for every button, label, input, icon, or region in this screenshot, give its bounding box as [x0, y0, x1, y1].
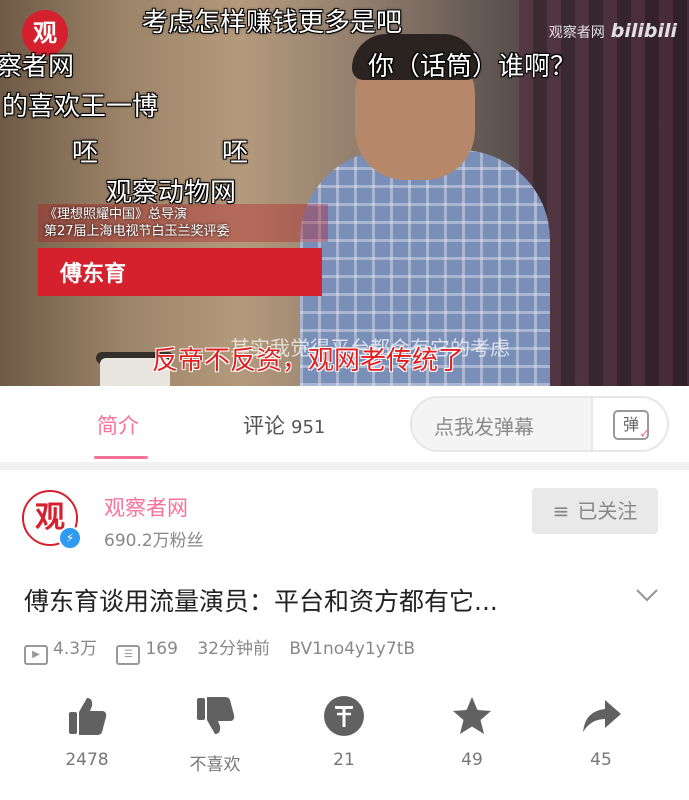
thumbs-up-icon	[42, 690, 132, 742]
video-player[interactable]: 观 观察者网 bilibili 《理想照耀中国》总导演 第27届上海电视节白玉兰奖…	[0, 0, 689, 386]
tab-bar: 简介 评论 951 点我发弹幕 弹 ✓	[0, 386, 689, 462]
favorite-count: 49	[461, 750, 483, 770]
uploader-name[interactable]: 观察者网	[104, 492, 188, 522]
views-stat: ▶ 4.3万	[24, 639, 98, 665]
follow-button-label: 已关注	[577, 499, 638, 523]
video-meta: ▶ 4.3万 ☰ 169 32分钟前 BV1no4y1y7tB	[24, 634, 429, 665]
danmaku-count: 169	[145, 639, 178, 659]
views-count: 4.3万	[53, 639, 98, 659]
danmaku-comment: 呸	[72, 138, 99, 168]
coin-icon	[299, 690, 389, 742]
bilibili-logo: bilibili	[610, 20, 677, 42]
coin-button[interactable]: 21	[299, 690, 389, 770]
menu-icon: ≡	[552, 499, 570, 523]
coin-count: 21	[333, 750, 355, 770]
star-icon	[427, 690, 517, 742]
share-button[interactable]: 45	[556, 690, 646, 770]
play-count-icon: ▶	[24, 645, 48, 665]
danmaku-toggle-button[interactable]: 弹 ✓	[591, 398, 667, 450]
like-count: 2478	[65, 750, 109, 770]
danmaku-comment-red: 反帝不反资，观网老传统了	[152, 346, 465, 376]
like-button[interactable]: 2478	[42, 690, 132, 770]
danmaku-comment: 呸	[222, 138, 249, 168]
dislike-label: 不喜欢	[189, 755, 241, 775]
dislike-button[interactable]: 不喜欢	[170, 690, 260, 775]
lower-third: 《理想照耀中国》总导演 第27届上海电视节白玉兰奖评委 傅东育	[38, 204, 328, 296]
tab-comments-count: 951	[291, 417, 326, 438]
publish-time: 32分钟前	[197, 639, 270, 659]
danmaku-comment: 考虑怎样赚钱更多是吧	[142, 8, 403, 38]
favorite-button[interactable]: 49	[427, 690, 517, 770]
uploader-fans-count: 690.2万粉丝	[104, 531, 204, 551]
danmaku-count-icon: ☰	[116, 645, 141, 665]
danmaku-comment: 察者网	[0, 52, 75, 82]
tab-comments-label: 评论	[243, 414, 285, 438]
section-divider	[0, 462, 689, 470]
danmaku-input-box[interactable]: 点我发弹幕 弹 ✓	[410, 396, 669, 452]
lower-third-caption-line2: 第27届上海电视节白玉兰奖评委	[44, 224, 230, 239]
verified-badge-icon: ⚡	[58, 526, 82, 550]
action-bar: 2478 不喜欢 21 49 45	[0, 690, 689, 790]
danmaku-comment: 观察动物网	[106, 178, 237, 208]
watermark-text: 观察者网	[548, 25, 605, 41]
danmaku-stat: ☰ 169	[116, 639, 178, 665]
tab-comments[interactable]: 评论 951	[243, 410, 325, 440]
tab-active-indicator	[94, 456, 148, 459]
danmaku-comment: 你（话筒）谁啊？	[368, 52, 577, 82]
share-count: 45	[590, 750, 612, 770]
bvid[interactable]: BV1no4y1y7tB	[289, 639, 415, 659]
chevron-down-icon[interactable]	[632, 580, 662, 610]
share-icon	[556, 690, 646, 742]
follow-button[interactable]: ≡ 已关注	[532, 488, 658, 534]
video-watermark: 观察者网 bilibili	[549, 20, 677, 42]
check-icon: ✓	[639, 426, 651, 442]
lower-third-caption: 《理想照耀中国》总导演 第27届上海电视节白玉兰奖评委	[38, 204, 328, 242]
danmaku-comment: 的喜欢王一博	[2, 92, 159, 122]
video-title[interactable]: 傅东育谈用流量演员：平台和资方都有它...	[24, 582, 498, 618]
tab-intro[interactable]: 简介	[97, 410, 139, 440]
danmaku-input-placeholder[interactable]: 点我发弹幕	[434, 411, 534, 440]
lower-third-name: 傅东育	[38, 248, 322, 296]
thumbs-down-icon	[170, 690, 260, 742]
